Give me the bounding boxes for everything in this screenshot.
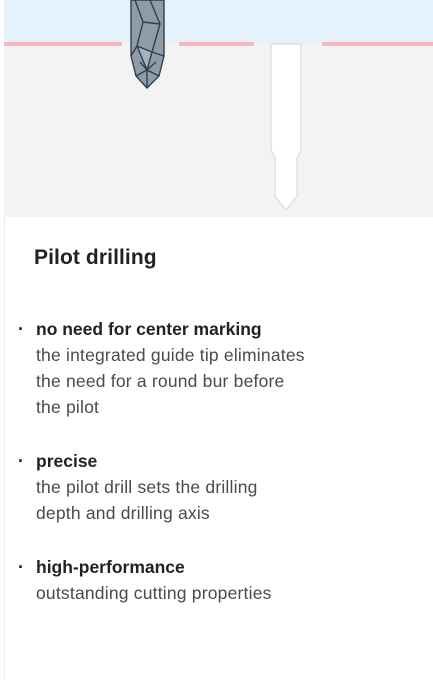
feature-item: · precise the pilot drill sets the drill… xyxy=(18,448,428,526)
feature-list: · no need for center marking the integra… xyxy=(18,316,428,634)
feature-description-line: the integrated guide tip eliminates xyxy=(36,345,305,365)
feature-description-line: the need for a round bur before xyxy=(36,371,285,391)
feature-heading: no need for center marking xyxy=(36,319,262,339)
drill-bit-icon xyxy=(130,0,165,89)
feature-description-line: the pilot drill sets the drilling xyxy=(36,477,258,497)
pilot-drilling-illustration xyxy=(4,0,433,217)
feature-item: · high-performance outstanding cutting p… xyxy=(18,554,428,606)
feature-heading: high-performance xyxy=(36,557,185,577)
feature-description-line: depth and drilling axis xyxy=(36,503,210,523)
bullet: · xyxy=(18,451,24,471)
pilot-hole-icon xyxy=(270,43,302,211)
feature-heading: precise xyxy=(36,451,98,471)
section-title: Pilot drilling xyxy=(34,246,157,269)
feature-item: · no need for center marking the integra… xyxy=(18,316,428,420)
feature-description-line: outstanding cutting properties xyxy=(36,583,272,603)
gingiva-layer xyxy=(4,0,433,44)
feature-card: Pilot drilling · no need for center mark… xyxy=(0,0,433,680)
bullet: · xyxy=(18,557,24,577)
bullet: · xyxy=(18,319,24,339)
card-left-border xyxy=(4,217,5,680)
feature-description-line: the pilot xyxy=(36,397,100,417)
